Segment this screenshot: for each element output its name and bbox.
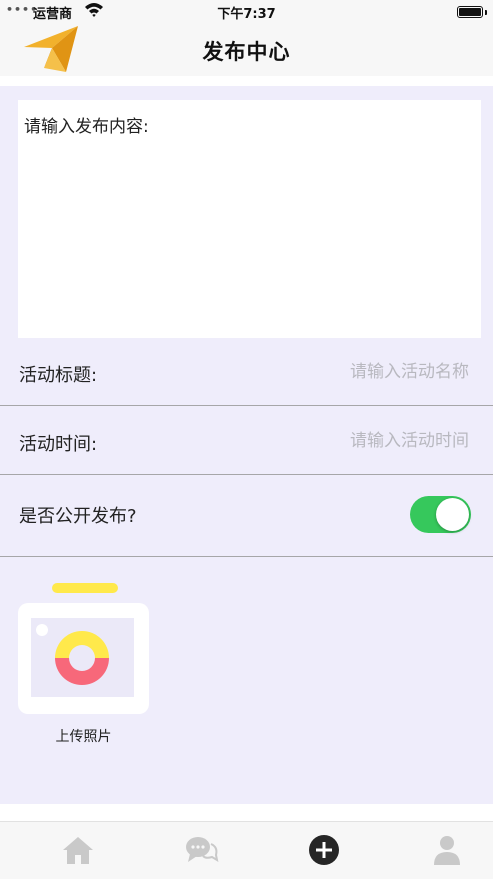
camera-lens-icon (36, 624, 109, 685)
add-circle-icon (309, 835, 339, 865)
publish-form: 活动标题: 活动时间: 是否公开发布? 上传照片 (0, 86, 493, 804)
activity-time-label: 活动时间: (19, 434, 98, 455)
battery-icon (457, 6, 483, 18)
status-bar: •••• 运营商 下午7:37 (0, 0, 493, 24)
camera-frame (18, 603, 149, 714)
public-publish-label: 是否公开发布? (19, 506, 137, 527)
activity-time-input[interactable] (219, 427, 469, 455)
battery-tip (485, 10, 487, 15)
navigation-bar: 发布中心 (0, 24, 493, 76)
tab-chat[interactable] (140, 822, 263, 879)
page-title: 发布中心 (202, 40, 291, 64)
camera-flash-bar (52, 583, 118, 593)
status-time: 下午7:37 (217, 7, 276, 22)
tab-bar (0, 821, 493, 879)
tab-home[interactable] (17, 822, 140, 879)
public-publish-row: 是否公开发布? (0, 480, 493, 557)
chat-icon (186, 837, 219, 863)
activity-title-row: 活动标题: (0, 338, 493, 406)
activity-title-label: 活动标题: (19, 365, 98, 386)
tab-publish[interactable] (263, 822, 386, 879)
photo-placeholder (31, 618, 134, 697)
content-textarea[interactable] (18, 100, 481, 338)
home-icon (63, 837, 93, 864)
tab-profile[interactable] (386, 822, 493, 879)
upload-photo-label: 上传照片 (55, 729, 112, 745)
activity-title-input[interactable] (219, 358, 469, 386)
toggle-knob (436, 498, 469, 531)
public-publish-toggle[interactable] (410, 496, 471, 533)
user-icon (434, 836, 460, 865)
activity-time-row: 活动时间: (0, 407, 493, 475)
